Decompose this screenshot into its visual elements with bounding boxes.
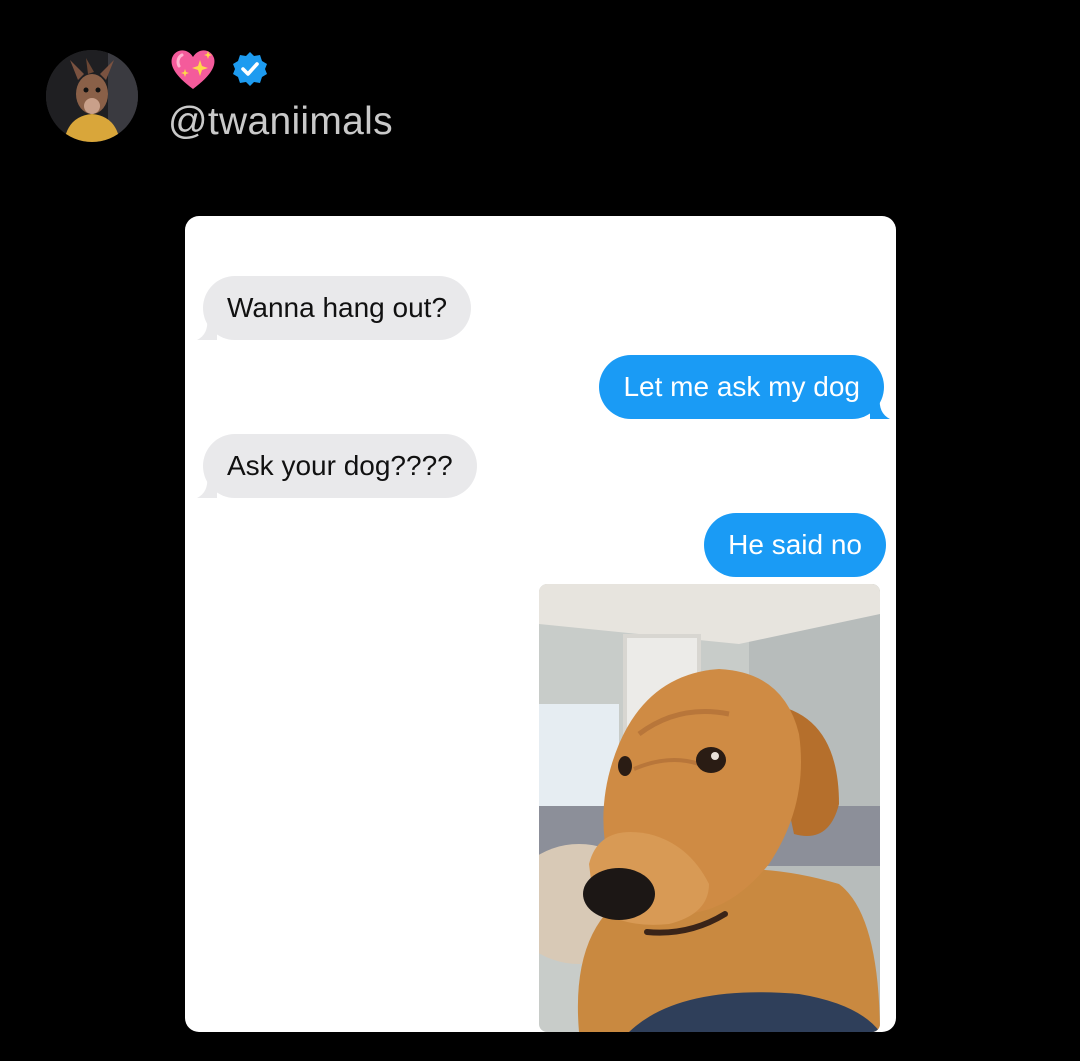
header-badges xyxy=(168,44,268,94)
message-text: Let me ask my dog xyxy=(623,371,860,402)
sparkling-heart-icon xyxy=(171,50,215,89)
message-bubble-sent: Let me ask my dog xyxy=(599,355,890,419)
message-bubble-received: Wanna hang out? xyxy=(197,276,472,340)
golden-retriever-photo xyxy=(539,584,880,1032)
message-text: He said no xyxy=(728,529,862,560)
photo-attachment[interactable] xyxy=(539,584,880,1032)
message-bubble-received: Ask your dog???? xyxy=(197,434,477,498)
message-text: Wanna hang out? xyxy=(227,292,448,323)
message-bubble-sent: He said no xyxy=(704,513,886,577)
dog-avatar-icon xyxy=(46,50,138,142)
message-screenshot: Wanna hang out? Let me ask my dog Ask yo… xyxy=(185,216,896,1032)
avatar[interactable] xyxy=(46,50,138,142)
verified-badge-icon xyxy=(233,52,267,86)
user-handle[interactable]: @twaniimals xyxy=(168,100,393,144)
message-text: Ask your dog???? xyxy=(227,450,453,481)
